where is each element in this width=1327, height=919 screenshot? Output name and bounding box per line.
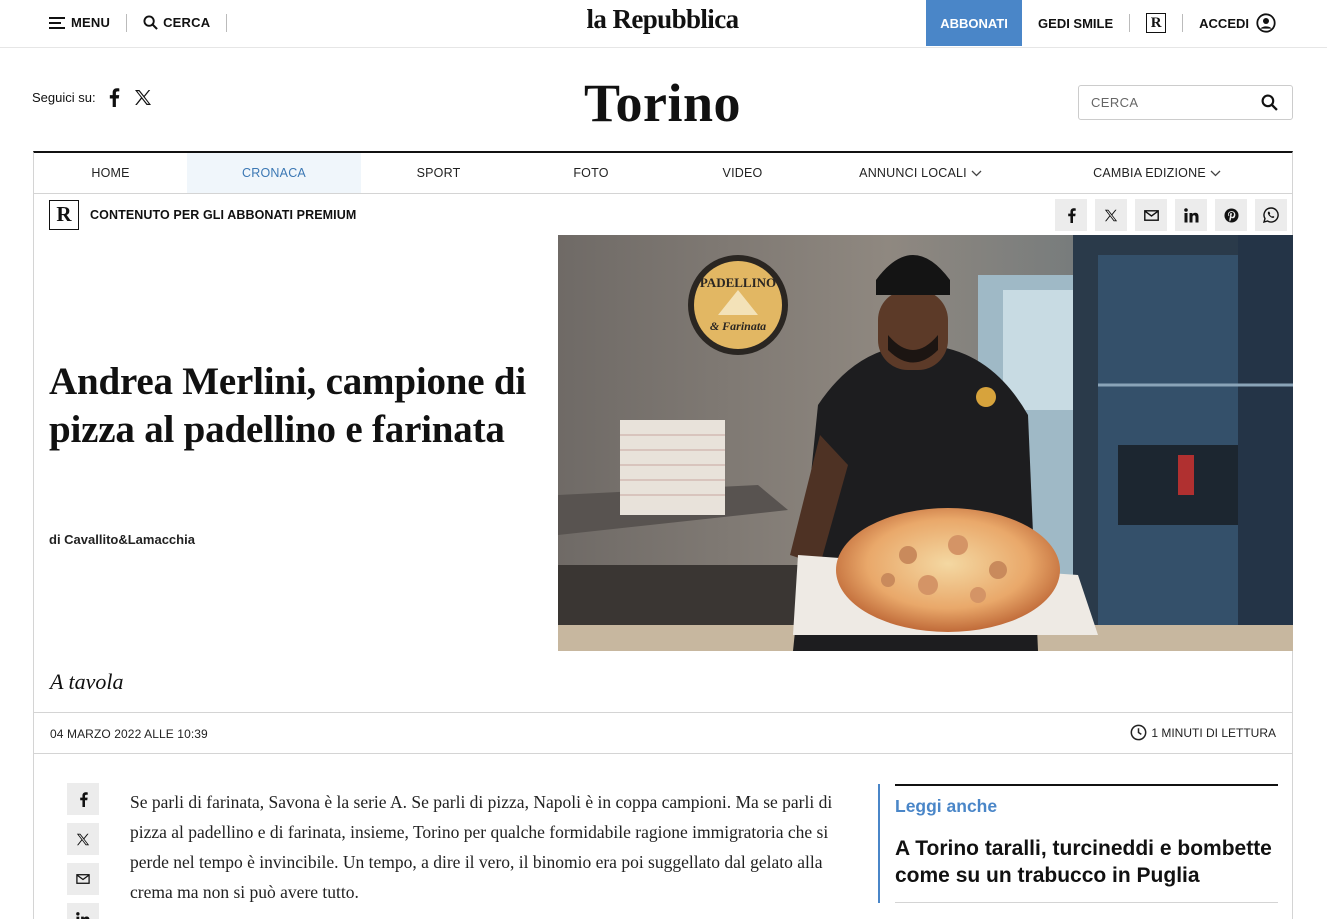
mail-icon (76, 874, 90, 884)
nav-item-home[interactable]: HOME (34, 153, 187, 193)
share-mail-button[interactable] (1135, 199, 1167, 231)
divider (126, 13, 128, 32)
divider (1129, 14, 1131, 32)
read-time: 1 MINUTI DI LETTURA (1130, 724, 1276, 741)
article-date: 04 MARZO 2022 ALLE 10:39 (50, 727, 208, 741)
menu-label: MENU (71, 15, 111, 30)
search-input[interactable] (1091, 95, 1261, 110)
nav-label: CAMBIA EDIZIONE (1093, 166, 1206, 180)
share-facebook-button[interactable] (1055, 199, 1087, 231)
hamburger-icon (49, 16, 65, 29)
facebook-follow-link[interactable] (108, 88, 120, 107)
share-toolbar (1047, 199, 1287, 231)
premium-bar: R CONTENUTO PER GLI ABBONATI PREMIUM (34, 194, 1292, 235)
related-articles: Leggi anche A Torino taralli, turcineddi… (878, 784, 1293, 903)
related-inner: Leggi anche A Torino taralli, turcineddi… (895, 784, 1278, 903)
top-bar-right: ABBONATI GEDI SMILE R ACCEDI (926, 0, 1327, 46)
share-x-button[interactable] (1095, 199, 1127, 231)
search-field[interactable] (1078, 85, 1293, 120)
article-byline: di Cavallito&Lamacchia (49, 532, 195, 547)
follow-us: Seguici su: (32, 88, 166, 107)
nav-label: ANNUNCI LOCALI (859, 166, 967, 180)
repubblica-logo[interactable]: la Repubblica (560, 4, 765, 35)
share-linkedin-button[interactable] (1175, 199, 1207, 231)
x-icon (76, 833, 90, 845)
linkedin-icon (76, 912, 90, 919)
article-frame: HOME CRONACA SPORT FOTO VIDEO ANNUNCI LO… (33, 151, 1293, 919)
side-share-facebook-button[interactable] (67, 783, 99, 815)
padellino-sign: PADELLINO & Farinata (688, 255, 788, 355)
side-share-toolbar (67, 783, 99, 919)
pizza-boxes (620, 420, 725, 515)
premium-label: CONTENUTO PER GLI ABBONATI PREMIUM (90, 207, 357, 222)
top-bar-left: MENU CERCA (49, 0, 243, 45)
facebook-icon (109, 88, 119, 107)
linkedin-icon (1183, 207, 1198, 222)
pinterest-icon (1223, 207, 1239, 223)
whatsapp-icon (1263, 207, 1279, 223)
divider (1182, 14, 1184, 32)
pizza-chef-illustration: PADELLINO & Farinata (558, 235, 1293, 651)
article-section[interactable]: A tavola (50, 669, 124, 695)
user-icon (1256, 13, 1276, 33)
x-follow-link[interactable] (134, 89, 152, 106)
nav-item-sport[interactable]: SPORT (361, 153, 516, 193)
chevron-down-icon (971, 170, 982, 176)
related-article-link[interactable]: A Torino taralli, turcineddi e bombette … (895, 835, 1278, 903)
side-share-mail-button[interactable] (67, 863, 99, 895)
divider (226, 13, 228, 32)
nav-item-video[interactable]: VIDEO (666, 153, 819, 193)
r-logo-icon[interactable]: R (1146, 13, 1167, 33)
nav-item-foto[interactable]: FOTO (516, 153, 666, 193)
side-share-linkedin-button[interactable] (67, 903, 99, 919)
article-body: Se parli di farinata, Savona è la serie … (130, 792, 833, 902)
sign-text-top: PADELLINO (700, 275, 776, 290)
login-label: ACCEDI (1199, 15, 1249, 31)
follow-label: Seguici su: (32, 90, 96, 105)
facebook-icon (79, 791, 88, 807)
clock-icon (1130, 724, 1147, 741)
nav-item-cronaca[interactable]: CRONACA (187, 153, 361, 193)
read-time-label: 1 MINUTI DI LETTURA (1151, 725, 1276, 740)
related-title: Leggi anche (895, 796, 998, 816)
gedi-smile-link[interactable]: GEDI SMILE (1038, 16, 1113, 31)
top-bar: MENU CERCA la Repubblica ABBONATI GEDI S… (0, 0, 1327, 48)
search-icon[interactable] (1261, 94, 1278, 111)
mail-icon (1143, 209, 1159, 221)
facebook-icon (1067, 207, 1076, 223)
article-meta-bar: 04 MARZO 2022 ALLE 10:39 1 MINUTI DI LET… (34, 712, 1292, 754)
search-label: CERCA (163, 15, 211, 30)
menu-button[interactable]: MENU (49, 15, 110, 30)
share-whatsapp-button[interactable] (1255, 199, 1287, 231)
chevron-down-icon (1210, 170, 1221, 176)
article-headline: Andrea Merlini, campione di pizza al pad… (49, 360, 527, 451)
nav-item-cambia-edizione[interactable]: CAMBIA EDIZIONE (1022, 153, 1292, 193)
login-button[interactable]: ACCEDI (1199, 13, 1276, 33)
premium-badge: R (49, 199, 79, 230)
sign-text-bottom: & Farinata (710, 319, 766, 333)
nav-item-annunci-locali[interactable]: ANNUNCI LOCALI (819, 153, 1022, 193)
search-icon (143, 15, 158, 30)
search-button[interactable]: CERCA (143, 15, 210, 30)
section-nav: HOME CRONACA SPORT FOTO VIDEO ANNUNCI LO… (34, 153, 1292, 194)
x-icon (134, 90, 151, 105)
share-pinterest-button[interactable] (1215, 199, 1247, 231)
edition-title: Torino (583, 73, 742, 133)
article-hero-image: PADELLINO & Farinata (558, 235, 1293, 651)
x-icon (1104, 209, 1118, 221)
subscribe-button[interactable]: ABBONATI (926, 0, 1023, 46)
side-share-x-button[interactable] (67, 823, 99, 855)
